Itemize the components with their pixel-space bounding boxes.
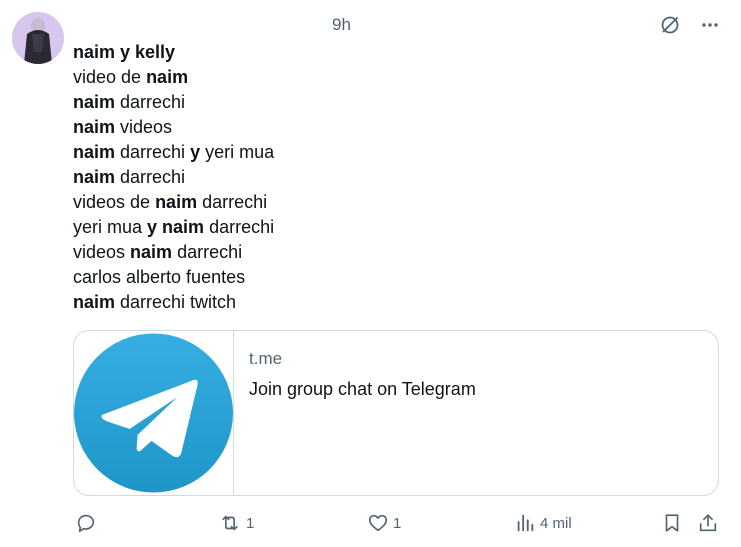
post-text-segment: darrechi [115,167,186,187]
link-card[interactable]: t.me Join group chat on Telegram [73,330,719,496]
post-text-segment: yeri mua [73,217,148,237]
post-text-segment: darrechi [115,142,191,162]
reply-icon [77,514,95,533]
post-text-segment: videos de [73,192,156,212]
post-text-line: naim darrechi [73,165,693,190]
post-text-segment: darrechi [197,192,268,212]
reply-button[interactable] [75,512,97,534]
more-icon[interactable] [699,14,721,36]
action-bar: 1 1 4 mil [73,512,721,538]
views-icon [517,514,534,532]
grok-icon[interactable] [659,14,681,36]
share-button[interactable] [697,512,719,534]
post-text-keyword: naim [155,192,198,212]
post-text-keyword: naim [73,92,116,112]
post-text-keyword: y [190,142,201,162]
post-text-segment: yeri mua [200,142,275,162]
views-button[interactable]: 4 mil [514,512,572,534]
post-text-keyword: naim [73,142,116,162]
post-text-segment: videos [73,242,131,262]
post-text-line: naim y kelly [73,40,693,65]
post-text-keyword: naim [73,292,116,312]
post-text-segment: darrechi [204,217,275,237]
post-text-line: naim darrechi twitch [73,290,693,315]
avatar-image [12,12,64,64]
post-text-line: videos de naim darrechi [73,190,693,215]
avatar[interactable] [12,12,64,64]
post-text-line: naim darrechi y yeri mua [73,140,693,165]
share-icon [699,514,717,532]
card-domain: t.me [249,349,283,368]
card-thumbnail [74,331,234,495]
bookmark-button[interactable] [661,512,683,534]
post-text-segment: video de [73,67,147,87]
post-text-keyword: naim [73,117,116,137]
post-text: naim y kelly video de naim naim darrechi na… [73,40,693,315]
like-button[interactable]: 1 [367,512,401,534]
post-text-line: carlos alberto fuentes [73,265,693,290]
post-text-keyword: naim [130,242,173,262]
repost-count: 1 [246,514,255,532]
post-text-segment: carlos alberto fuentes [73,267,246,287]
post-text-keyword: naim y kelly [73,42,176,62]
post-text-line: naim videos [73,115,693,140]
like-icon [368,514,388,532]
post-text-keyword: y naim [147,217,205,237]
views-count: 4 mil [540,514,572,532]
post-text-line: video de naim [73,65,693,90]
post-text-segment: videos [115,117,173,137]
repost-button[interactable]: 1 [218,512,254,534]
post-text-segment: darrechi twitch [115,292,237,312]
telegram-logo-icon [74,333,233,493]
repost-icon [222,515,238,531]
card-title: Join group chat on Telegram [249,379,476,399]
post-text-line: yeri mua y naim darrechi [73,215,693,240]
post-text-segment: darrechi [115,92,186,112]
post-text-line: naim darrechi [73,90,693,115]
post-text-segment: darrechi [172,242,243,262]
bookmark-icon [665,514,679,532]
post-text-keyword: naim [73,167,116,187]
post-text-keyword: naim [146,67,189,87]
like-count: 1 [393,514,402,532]
post-text-line: videos naim darrechi [73,240,693,265]
post-timestamp[interactable]: 9h [332,15,351,35]
